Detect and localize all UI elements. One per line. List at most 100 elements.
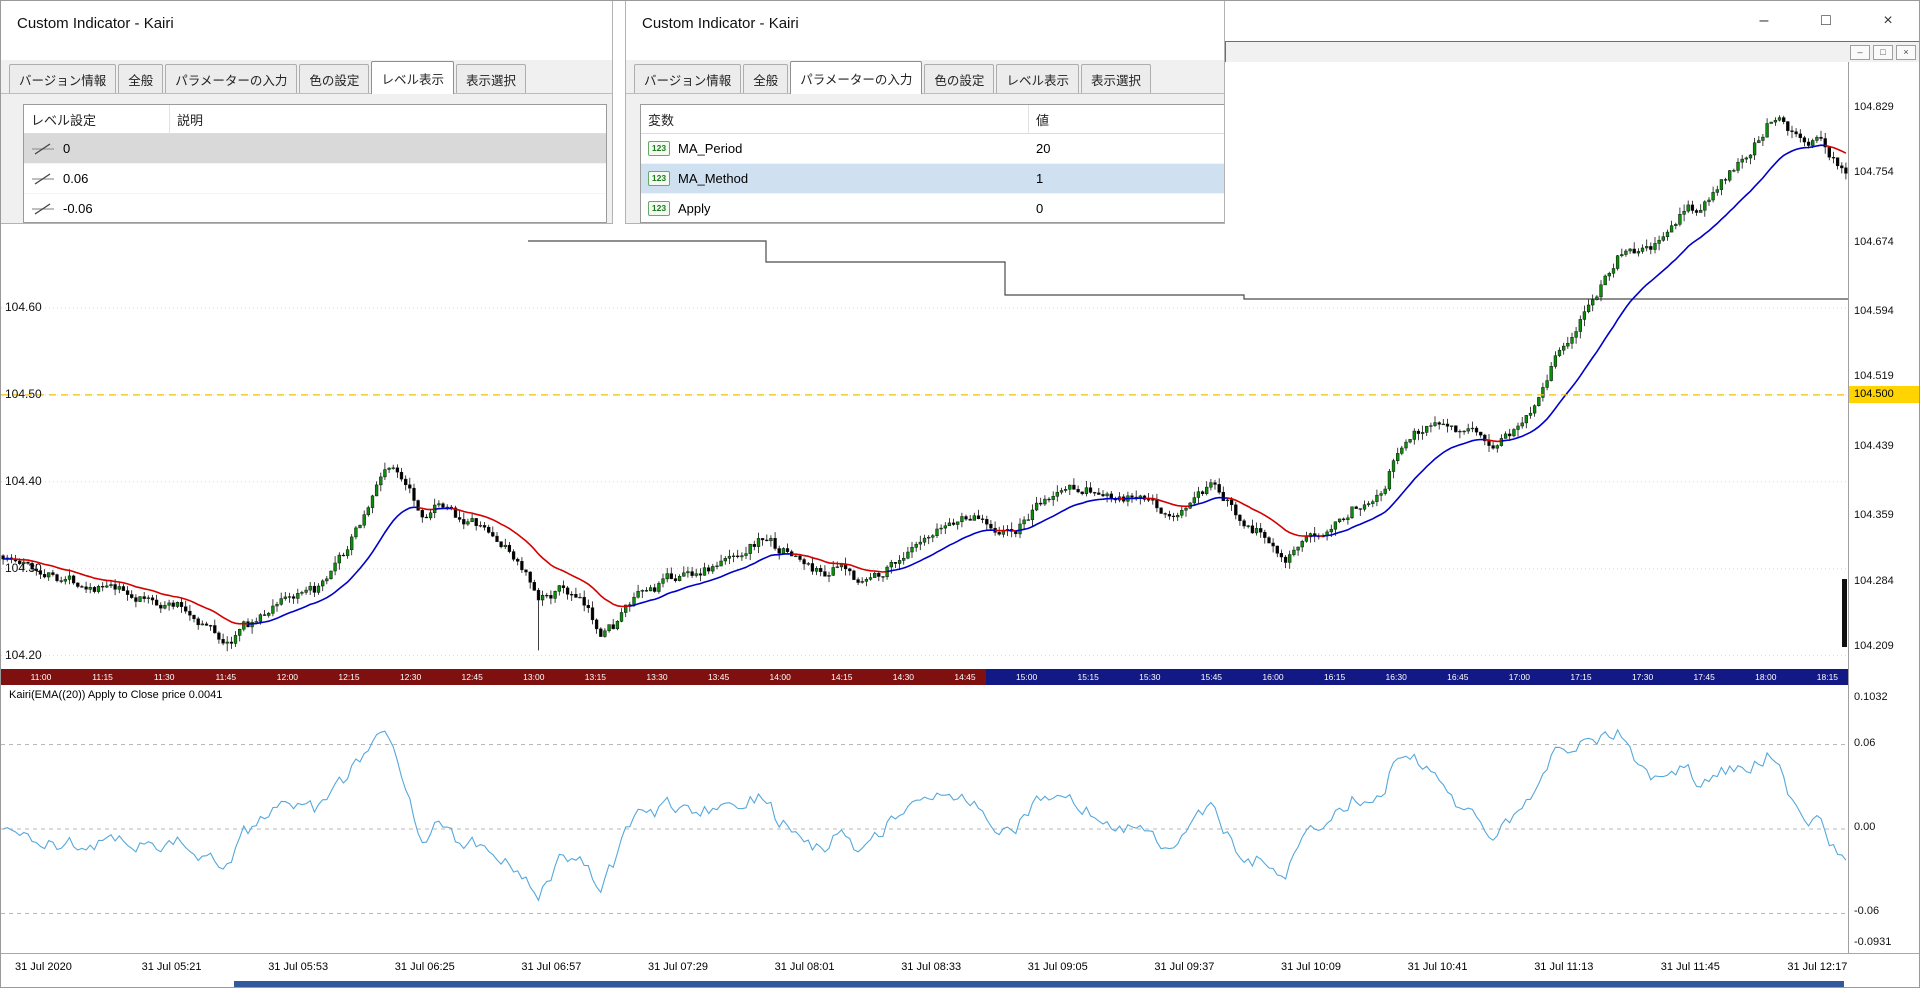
time-label-12: 14:00	[769, 672, 791, 682]
integer-parameter-icon: 123	[648, 141, 670, 156]
time-bar-session-right	[986, 669, 1848, 685]
integer-parameter-icon: 123	[648, 201, 670, 216]
time-label-16: 15:00	[1015, 672, 1038, 682]
dialog-tab-bar: バージョン情報 全般 パラメーターの入力 色の設定 レベル表示 表示選択	[1, 60, 612, 94]
dialog-right-tab-3[interactable]: 色の設定	[924, 64, 995, 93]
bottom-time-axis[interactable]: 31 Jul 2020 31 Jul 05:21 31 Jul 05:53 31 Ju…	[1, 953, 1919, 981]
level-row-1[interactable]: 0.06	[24, 164, 606, 194]
dialog-right-tab-5[interactable]: 表示選択	[1080, 64, 1151, 93]
time-label-24: 17:00	[1508, 672, 1531, 682]
dialog-left-tab-5[interactable]: 表示選択	[455, 64, 526, 93]
level-table-header: レベル設定 説明	[24, 105, 606, 134]
dialog-right-tab-1[interactable]: 全般	[743, 64, 789, 93]
window-controls: – □ ×	[1733, 1, 1919, 41]
bottom-time-label-1: 31 Jul 05:21	[141, 961, 202, 973]
time-label-8: 13:00	[523, 672, 545, 682]
integer-parameter-icon: 123	[648, 171, 670, 186]
bottom-time-label-4: 31 Jul 06:57	[521, 961, 582, 973]
indicator-axis-label-0: 0.1032	[1854, 691, 1888, 703]
parameter-cell: 123 MA_Period	[641, 134, 1029, 163]
level-cell: 0	[24, 134, 170, 163]
time-label-25: 17:15	[1570, 672, 1592, 682]
time-label-29: 18:15	[1816, 672, 1839, 682]
level-row-0[interactable]: 0	[24, 134, 606, 164]
time-label-0: 11:00	[30, 672, 52, 682]
parameter-cell: 123 Apply	[641, 194, 1029, 222]
parameter-name: MA_Period	[678, 141, 743, 156]
header-variable[interactable]: 変数	[641, 105, 1029, 133]
left-price-label-2: 104.40	[5, 473, 42, 488]
level-description	[170, 134, 606, 163]
dialog-right-tab-4[interactable]: レベル表示	[996, 64, 1079, 93]
time-label-23: 16:45	[1447, 672, 1469, 682]
dialog-title: Custom Indicator - Kairi	[1, 1, 612, 60]
level-row-2[interactable]: -0.06	[24, 194, 606, 222]
price-axis-label-0: 104.829	[1854, 101, 1894, 113]
left-price-label-0: 104.60	[5, 300, 42, 314]
parameter-row-2[interactable]: 123 Apply 0	[641, 194, 1224, 222]
chart-window-titlebar[interactable]: – □ ×	[1225, 41, 1919, 62]
price-axis-label-4: 104.519	[1854, 370, 1894, 383]
dialog-left-tab-3[interactable]: 色の設定	[299, 64, 370, 93]
time-label-19: 15:45	[1200, 672, 1223, 682]
time-label-3: 11:45	[215, 672, 237, 682]
chart-restore-icon[interactable]: □	[1873, 44, 1893, 60]
minimize-button[interactable]: –	[1733, 1, 1795, 41]
bottom-time-label-13: 31 Jul 11:45	[1660, 961, 1720, 973]
time-label-13: 14:15	[831, 672, 853, 682]
time-scale-bar[interactable]: 11:00 11:15 11:30 11:45 12:00 12:15 12:30 12:45…	[1, 669, 1848, 685]
bottom-time-label-6: 31 Jul 08:01	[774, 961, 835, 973]
parameter-name: MA_Method	[678, 171, 749, 186]
close-button[interactable]: ×	[1857, 1, 1919, 41]
bottom-time-label-7: 31 Jul 08:33	[901, 961, 962, 973]
price-axis[interactable]: 104.829 104.754 104.674 104.594 104.519 104.4…	[1848, 62, 1919, 953]
time-label-14: 14:30	[892, 672, 915, 682]
parameter-row-0[interactable]: 123 MA_Period 20	[641, 134, 1224, 164]
ma-line-up	[1322, 438, 1485, 537]
restore-button[interactable]: □	[1795, 1, 1857, 41]
bottom-time-label-3: 31 Jul 06:25	[394, 961, 455, 973]
level-line-icon	[32, 142, 54, 155]
time-label-6: 12:30	[399, 672, 422, 682]
price-axis-label-3: 104.594	[1854, 305, 1894, 318]
dialog-left-tab-1[interactable]: 全般	[118, 64, 164, 93]
price-axis-label-5: 104.439	[1854, 439, 1894, 452]
time-label-28: 18:00	[1755, 672, 1777, 682]
chart-close-icon[interactable]: ×	[1896, 44, 1916, 60]
ma-line-up	[434, 507, 452, 510]
time-label-5: 12:15	[338, 672, 360, 682]
application-window: – □ × – □ × 104.60 104.50 104.40 104.30 104.…	[0, 0, 1920, 988]
parameter-name: Apply	[678, 201, 711, 216]
time-label-26: 17:30	[1631, 672, 1654, 682]
level-value: 0	[63, 141, 71, 156]
chart-minimize-icon[interactable]: –	[1850, 44, 1870, 60]
bottom-time-label-14: 31 Jul 12:17	[1787, 961, 1848, 973]
dialog-title: Custom Indicator - Kairi	[626, 1, 1224, 60]
bottom-time-label-12: 31 Jul 11:13	[1534, 961, 1594, 973]
dialog-left-tab-4[interactable]: レベル表示	[371, 61, 454, 94]
dialog-right-tab-2[interactable]: パラメーターの入力	[790, 61, 923, 94]
bottom-time-label-9: 31 Jul 09:37	[1154, 961, 1215, 973]
header-value[interactable]: 値	[1029, 105, 1224, 133]
ma-line-up	[886, 529, 996, 573]
kairi-chart-canvas[interactable]	[1, 685, 1848, 953]
kairi-indicator-panel[interactable]: Kairi(EMA((20)) Apply to Close price 0.0…	[1, 685, 1848, 953]
time-label-15: 14:45	[954, 672, 976, 682]
bottom-time-label-10: 31 Jul 10:09	[1281, 961, 1341, 973]
time-label-9: 13:15	[584, 672, 607, 682]
header-description[interactable]: 説明	[170, 105, 606, 133]
time-label-11: 13:45	[707, 672, 730, 682]
level-cell: 0.06	[24, 164, 170, 193]
price-axis-label-6: 104.359	[1854, 509, 1894, 522]
price-axis-label-1: 104.754	[1854, 166, 1894, 179]
header-level[interactable]: レベル設定	[24, 105, 170, 133]
dialog-left-tab-2[interactable]: パラメーターの入力	[165, 64, 298, 93]
price-axis-label-2: 104.674	[1854, 235, 1894, 248]
parameter-row-1[interactable]: 123 MA_Method 1	[641, 164, 1224, 194]
dialog-left-tab-0[interactable]: バージョン情報	[9, 64, 117, 93]
time-label-20: 16:00	[1262, 672, 1284, 682]
dialog-right-tab-0[interactable]: バージョン情報	[634, 64, 742, 93]
ma-line-down	[451, 507, 630, 608]
bottom-scroll-bar[interactable]	[234, 981, 1844, 987]
price-axis-label-8: 104.209	[1854, 639, 1894, 652]
